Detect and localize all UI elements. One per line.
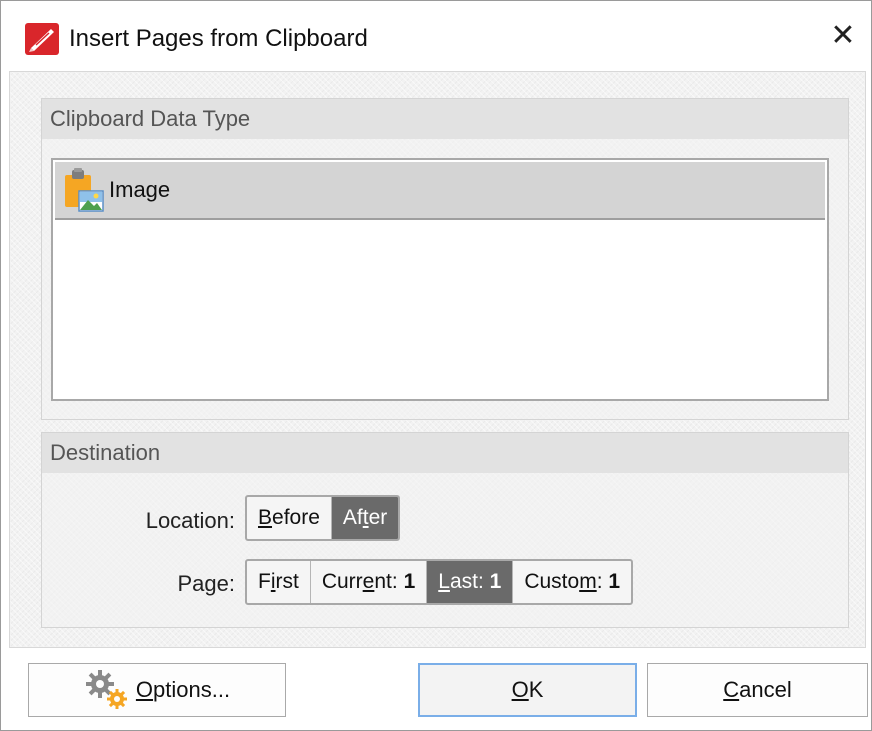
location-option-before[interactable]: Before — [247, 497, 332, 539]
close-button[interactable]: ✕ — [815, 9, 871, 61]
window-title: Insert Pages from Clipboard — [69, 25, 368, 52]
list-item-label: Image — [109, 177, 171, 202]
ok-button[interactable]: OK — [418, 663, 637, 717]
page-label: Page: — [177, 571, 236, 596]
location-segmented-control[interactable]: Before After — [245, 495, 401, 541]
gear-icon — [85, 670, 127, 709]
ok-button-label: OK — [511, 677, 544, 702]
data-type-list[interactable]: Image — [51, 158, 829, 401]
cancel-button[interactable]: Cancel — [647, 663, 868, 717]
options-button[interactable]: Options... — [28, 663, 286, 717]
options-button-label: Options... — [135, 677, 231, 702]
list-item-image[interactable]: Image — [55, 162, 825, 220]
page-option-current[interactable]: Current: 1 — [311, 561, 428, 603]
clipboard-data-type-header: Clipboard Data Type — [42, 99, 848, 139]
location-option-after[interactable]: After — [331, 497, 399, 539]
title-bar: Insert Pages from Clipboard ✕ — [1, 1, 871, 71]
insert-pages-dialog: Insert Pages from Clipboard ✕ Clipboard … — [0, 0, 872, 731]
page-option-last[interactable]: Last: 1 — [427, 561, 514, 603]
location-label: Location: — [145, 508, 235, 533]
page-option-first[interactable]: First — [247, 561, 311, 603]
clipboard-image-icon — [65, 168, 104, 212]
app-logo-icon — [25, 23, 59, 55]
page-segmented-control[interactable]: First Current: 1 Last: 1 Custom: 1 — [245, 559, 634, 605]
destination-header: Destination — [42, 433, 848, 473]
close-icon: ✕ — [830, 18, 856, 52]
page-option-custom[interactable]: Custom: 1 — [513, 561, 631, 603]
cancel-button-label: Cancel — [723, 677, 792, 702]
